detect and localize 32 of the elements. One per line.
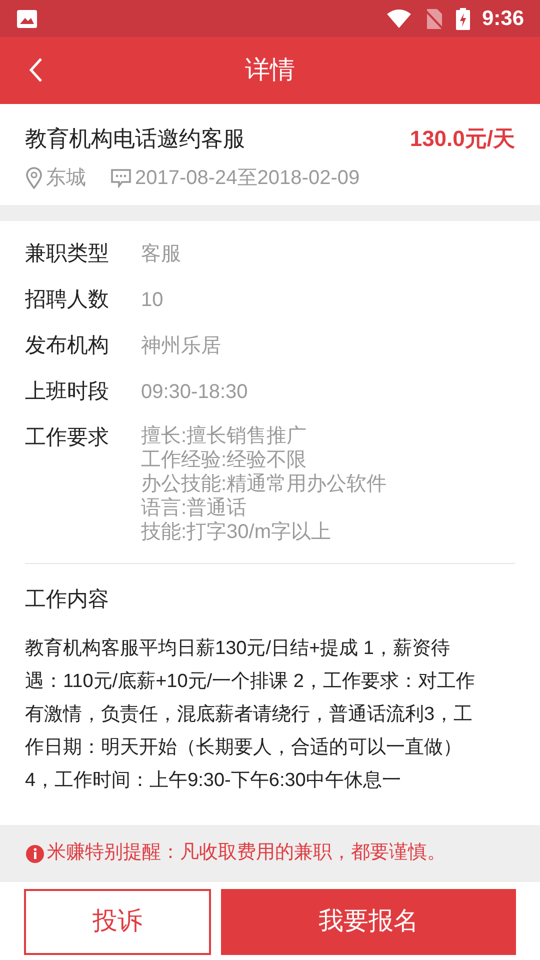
- page-title: 详情: [245, 54, 295, 86]
- job-title: 教育机构电话邀约客服: [25, 125, 245, 153]
- field-label: 发布机构: [25, 333, 110, 359]
- field-label: 工作要求: [25, 425, 110, 451]
- battery-icon: [456, 8, 470, 30]
- warning-notice: 米赚特别提醒：凡收取费用的兼职，都要谨慎。: [47, 841, 446, 866]
- field-value: 神州乐居: [141, 334, 221, 359]
- field-value: 工作经验:经验不限: [141, 448, 308, 472]
- wifi-icon: [386, 8, 412, 28]
- image-icon: [16, 8, 38, 28]
- info-icon: [25, 844, 45, 864]
- date-range: 2017-08-24至2018-02-09: [135, 166, 360, 191]
- salary: 130.0元/天: [410, 125, 515, 153]
- field-value: 办公技能:精通常用办公软件: [141, 472, 387, 496]
- district-text: 东城: [46, 166, 86, 191]
- field-value: 擅长:擅长销售推广: [141, 424, 308, 448]
- location-pin-icon: [25, 167, 43, 189]
- field-value: 技能:打字30/m字以上: [141, 520, 332, 544]
- field-label: 兼职类型: [25, 241, 110, 267]
- message-icon: [110, 168, 132, 188]
- field-label: 招聘人数: [25, 287, 110, 313]
- section-heading: 工作内容: [25, 587, 110, 613]
- field-value: 语言:普通话: [141, 496, 248, 520]
- field-label: 上班时段: [25, 379, 110, 405]
- field-value: 10: [141, 288, 164, 313]
- chevron-left-icon: [28, 57, 44, 83]
- complain-button[interactable]: 投诉: [24, 889, 211, 955]
- field-value: 客服: [141, 242, 181, 267]
- field-value: 09:30-18:30: [141, 380, 248, 405]
- clock-time: 9:36: [482, 6, 524, 32]
- job-description: 教育机构客服平均日薪130元/日结+提成 1，薪资待遇：110元/底薪+10元/一个排课 2，工作要求：对工作有激情，负责任，混底薪者请绕行，普通话流利3，工作日期：明天开始（长期要人，合适的可以一直做） 4，工作时间：上午9:30-下午6:30中午休息一: [25, 636, 476, 792]
- signup-button[interactable]: 我要报名: [221, 889, 516, 955]
